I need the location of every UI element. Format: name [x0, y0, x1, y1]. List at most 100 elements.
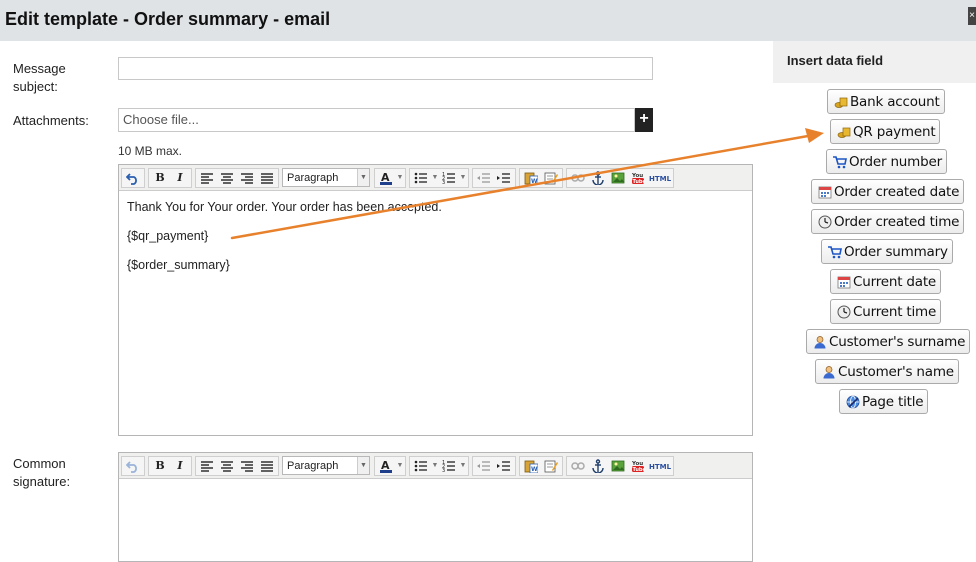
field-current-time-button[interactable]: Current time — [830, 299, 942, 324]
edit-source-icon[interactable] — [541, 457, 561, 475]
signature-content[interactable] — [119, 479, 752, 497]
coins-icon — [834, 97, 848, 108]
editor-line: {$qr_payment} — [127, 229, 209, 243]
add-file-button[interactable]: + — [635, 108, 653, 132]
field-customer-surname-button[interactable]: Customer's surname — [806, 329, 971, 354]
chevron-down-icon[interactable]: ▼ — [396, 169, 404, 187]
align-right-icon[interactable] — [237, 457, 257, 475]
undo-icon[interactable] — [123, 169, 143, 187]
link-icon[interactable] — [568, 457, 588, 475]
field-order-created-date-button[interactable]: Order created date — [811, 179, 965, 204]
paste-word-icon[interactable]: W — [521, 457, 541, 475]
user-icon — [823, 365, 835, 378]
image-icon[interactable] — [608, 457, 628, 475]
field-current-date-button[interactable]: Current date — [830, 269, 942, 294]
align-justify-icon[interactable] — [257, 169, 277, 187]
svg-text:HTML: HTML — [649, 463, 671, 471]
field-customer-name-button[interactable]: Customer's name — [815, 359, 959, 384]
bullet-list-icon[interactable] — [411, 169, 431, 187]
image-icon[interactable] — [608, 169, 628, 187]
user-icon — [814, 335, 826, 348]
field-label: Page title — [862, 393, 924, 410]
clock-icon — [837, 305, 851, 318]
field-label: Customer's surname — [829, 333, 966, 350]
chevron-down-icon[interactable]: ▼ — [396, 457, 404, 475]
editor-content[interactable]: Thank You for Your order. Your order has… — [119, 191, 752, 296]
field-label: Order number — [849, 153, 942, 170]
signature-editor: BI Paragraph ▼ A ▼ ▼ 1 2 3 ▼ W You Tube HTML — [118, 452, 753, 562]
font-color-icon[interactable]: A — [376, 457, 396, 475]
cart-icon — [828, 245, 842, 258]
html-icon[interactable]: HTML — [648, 457, 672, 475]
editor-line: {$order_summary} — [127, 258, 230, 272]
field-qr-payment-button[interactable]: QR payment — [830, 119, 941, 144]
numbered-list-icon[interactable]: 123 — [439, 169, 459, 187]
field-order-summary-button[interactable]: Order summary — [821, 239, 953, 264]
undo-icon[interactable] — [123, 457, 143, 475]
chevron-down-icon: ▼ — [357, 457, 369, 474]
editor-line: Thank You for Your order. Your order has… — [127, 200, 442, 214]
message-editor: BI Paragraph ▼ A ▼ ▼ 1 2 3 ▼ W You Tube HTML — [118, 164, 753, 436]
html-icon[interactable]: HTML — [648, 169, 672, 187]
field-bank-account-button[interactable]: Bank account — [827, 89, 945, 114]
italic-icon[interactable]: I — [170, 169, 190, 187]
edit-source-icon[interactable] — [541, 169, 561, 187]
paste-word-icon[interactable]: W — [521, 169, 541, 187]
indent-icon[interactable] — [494, 169, 514, 187]
cart-icon — [833, 155, 847, 168]
format-select[interactable]: Paragraph ▼ — [282, 168, 370, 187]
field-label: Current date — [853, 273, 937, 290]
youtube-icon[interactable]: You Tube — [628, 169, 648, 187]
field-label: Order created time — [834, 213, 960, 230]
align-left-icon[interactable] — [197, 169, 217, 187]
align-justify-icon[interactable] — [257, 457, 277, 475]
window-title: Edit template - Order summary - email — [5, 9, 331, 29]
svg-text:W: W — [531, 178, 538, 185]
link-icon[interactable] — [568, 169, 588, 187]
field-order-number-button[interactable]: Order number — [826, 149, 947, 174]
bold-icon[interactable]: B — [150, 169, 170, 187]
field-label: Order created date — [834, 183, 960, 200]
field-label: Current time — [853, 303, 937, 320]
signature-label: Common signature: — [13, 456, 71, 489]
align-center-icon[interactable] — [217, 169, 237, 187]
field-label: Bank account — [850, 93, 940, 110]
format-select[interactable]: Paragraph ▼ — [282, 456, 370, 475]
chevron-down-icon[interactable]: ▼ — [459, 169, 467, 187]
close-button[interactable]: × — [968, 7, 976, 25]
field-label: Customer's name — [838, 363, 954, 380]
field-page-title-button[interactable]: Page title — [839, 389, 929, 414]
bold-icon[interactable]: B — [150, 457, 170, 475]
calendar-icon — [837, 276, 851, 288]
signature-toolbar: BI Paragraph ▼ A ▼ ▼ 1 2 3 ▼ W You Tube HTML — [119, 453, 752, 479]
anchor-icon[interactable] — [588, 457, 608, 475]
align-right-icon[interactable] — [237, 169, 257, 187]
outdent-icon[interactable] — [474, 169, 494, 187]
svg-text:3: 3 — [442, 468, 445, 472]
svg-text:3: 3 — [442, 180, 445, 184]
youtube-icon[interactable]: You Tube — [628, 457, 648, 475]
attachments-label: Attachments: — [13, 113, 89, 128]
field-label: Order summary — [844, 243, 948, 260]
font-color-icon[interactable]: A — [376, 169, 396, 187]
chevron-down-icon[interactable]: ▼ — [459, 457, 467, 475]
subject-input[interactable] — [118, 57, 653, 80]
italic-icon[interactable]: I — [170, 457, 190, 475]
outdent-icon[interactable] — [474, 457, 494, 475]
field-label: QR payment — [853, 123, 936, 140]
file-chooser[interactable]: Choose file... — [118, 108, 635, 132]
svg-text:Tube: Tube — [633, 467, 646, 473]
svg-text:W: W — [531, 466, 538, 473]
align-left-icon[interactable] — [197, 457, 217, 475]
field-order-created-time-button[interactable]: Order created time — [811, 209, 965, 234]
chevron-down-icon[interactable]: ▼ — [431, 169, 439, 187]
subject-label: Message subject: — [13, 61, 66, 94]
numbered-list-icon[interactable]: 123 — [439, 457, 459, 475]
chevron-down-icon[interactable]: ▼ — [431, 457, 439, 475]
svg-text:HTML: HTML — [649, 175, 671, 183]
align-center-icon[interactable] — [217, 457, 237, 475]
anchor-icon[interactable] — [588, 169, 608, 187]
indent-icon[interactable] — [494, 457, 514, 475]
insert-field-title: Insert data field — [773, 41, 976, 83]
bullet-list-icon[interactable] — [411, 457, 431, 475]
